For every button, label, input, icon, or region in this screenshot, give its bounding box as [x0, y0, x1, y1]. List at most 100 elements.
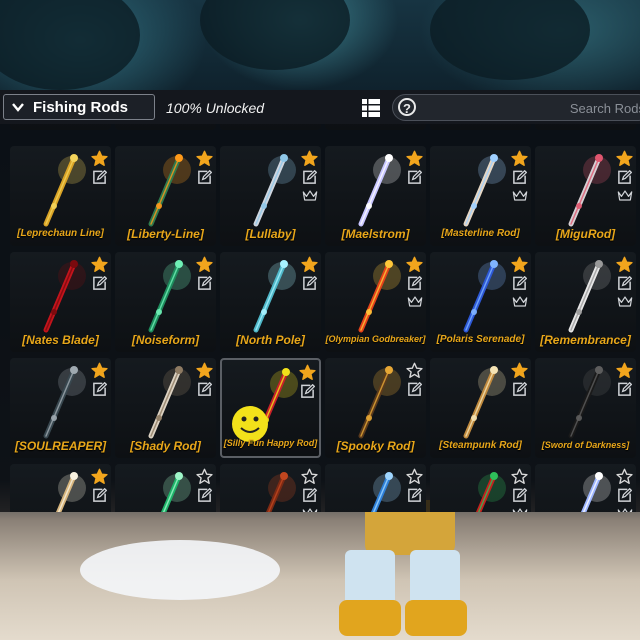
crown-icon	[512, 190, 528, 201]
rod-card[interactable]: [North Pole]	[220, 252, 321, 352]
favorite-star-icon[interactable]	[301, 150, 318, 167]
rod-card[interactable]	[535, 464, 636, 512]
edit-icon[interactable]	[407, 488, 422, 503]
unlocked-percentage: 100% Unlocked	[166, 100, 265, 116]
edit-icon[interactable]	[197, 170, 212, 185]
rod-green-torch-icon	[148, 154, 191, 227]
rod-card[interactable]: [Singlestar Rod]	[325, 124, 426, 130]
rod-harp-icon	[253, 154, 296, 227]
favorite-star-icon[interactable]	[406, 468, 423, 485]
rod-name: [Lullaby]	[245, 227, 296, 241]
favorite-star-icon[interactable]	[616, 362, 633, 379]
edit-icon[interactable]	[512, 276, 527, 291]
favorite-star-icon[interactable]	[406, 150, 423, 167]
rod-name: [Masterline Rod]	[441, 228, 520, 239]
edit-icon[interactable]	[617, 488, 632, 503]
rod-card[interactable]: [Leprechaun Line]	[10, 146, 111, 246]
rod-card[interactable]: [Katana Rod]	[430, 124, 531, 130]
edit-icon[interactable]	[407, 276, 422, 291]
rod-card[interactable]: [Maelstrom]	[325, 146, 426, 246]
rod-blue-icon	[371, 472, 401, 512]
edit-icon[interactable]	[92, 170, 107, 185]
rod-dark-sword-icon	[568, 366, 611, 439]
edit-icon[interactable]	[197, 488, 212, 503]
favorite-star-icon[interactable]	[406, 362, 423, 379]
edit-icon[interactable]	[197, 276, 212, 291]
rod-white-icon	[581, 472, 611, 512]
rod-card[interactable]: [Remembrance]	[535, 252, 636, 352]
rod-name: [SOULREAPER]	[14, 439, 107, 453]
rod-card[interactable]: [Lemonade Serenade]	[535, 124, 636, 130]
edit-icon[interactable]	[302, 170, 317, 185]
rod-card[interactable]: [Masterline Rod]	[430, 146, 531, 246]
edit-icon[interactable]	[302, 488, 317, 503]
rod-card[interactable]: [SOULREAPER]	[10, 358, 111, 458]
rod-card[interactable]: [Sword of Darkness]	[535, 358, 636, 458]
grid-view-icon[interactable]	[362, 99, 380, 117]
favorite-star-icon[interactable]	[406, 256, 423, 273]
favorite-star-icon[interactable]	[301, 256, 318, 273]
rod-card[interactable]: [Noiseform]	[115, 252, 216, 352]
favorite-star-icon[interactable]	[196, 256, 213, 273]
rod-card[interactable]: [Olympian Godbreaker]	[325, 252, 426, 352]
favorite-star-icon[interactable]	[511, 256, 528, 273]
favorite-star-icon[interactable]	[616, 256, 633, 273]
rod-card[interactable]: [Nates Blade]	[10, 252, 111, 352]
favorite-star-icon[interactable]	[511, 362, 528, 379]
rod-name: [Shady Rod]	[130, 439, 201, 453]
favorite-star-icon[interactable]	[196, 150, 213, 167]
edit-icon[interactable]	[300, 384, 315, 399]
rod-card[interactable]: [Steampunk Rod]	[430, 358, 531, 458]
edit-icon[interactable]	[512, 170, 527, 185]
favorite-star-icon[interactable]	[616, 468, 633, 485]
rod-red-green-icon	[476, 472, 506, 512]
help-icon[interactable]: ?	[398, 98, 416, 116]
favorite-star-icon[interactable]	[91, 150, 108, 167]
favorite-star-icon[interactable]	[91, 256, 108, 273]
edit-icon[interactable]	[617, 382, 632, 397]
favorite-star-icon[interactable]	[616, 150, 633, 167]
edit-icon[interactable]	[512, 488, 527, 503]
rod-card[interactable]: [Fallen Snowblade]	[220, 124, 321, 130]
edit-icon[interactable]	[92, 276, 107, 291]
crown-icon	[302, 190, 318, 201]
edit-icon[interactable]	[92, 382, 107, 397]
rod-card[interactable]: [Liberty-Line]	[115, 146, 216, 246]
favorite-star-icon[interactable]	[91, 468, 108, 485]
rod-bone-icon	[148, 366, 191, 439]
rod-card[interactable]	[430, 464, 531, 512]
rod-pink-icon	[568, 154, 611, 227]
favorite-star-icon[interactable]	[299, 364, 316, 381]
rod-card[interactable]: [Shady Rod]	[115, 358, 216, 458]
edit-icon[interactable]	[407, 170, 422, 185]
edit-icon[interactable]	[92, 488, 107, 503]
favorite-star-icon[interactable]	[301, 468, 318, 485]
edit-icon[interactable]	[617, 276, 632, 291]
rod-angel-icon	[56, 472, 86, 512]
favorite-star-icon[interactable]	[91, 362, 108, 379]
edit-icon[interactable]	[197, 382, 212, 397]
search-input[interactable]	[423, 98, 640, 119]
rod-card[interactable]	[220, 464, 321, 512]
rod-card[interactable]: [Demon-Slayer]	[10, 124, 111, 130]
rod-card[interactable]	[325, 464, 426, 512]
rod-card[interactable]: [Lullaby]	[220, 146, 321, 246]
rod-name: [MiguRod]	[555, 227, 616, 241]
edit-icon[interactable]	[407, 382, 422, 397]
rod-card[interactable]	[115, 464, 216, 512]
rod-red-blade-icon	[43, 260, 86, 333]
edit-icon[interactable]	[302, 276, 317, 291]
favorite-star-icon[interactable]	[511, 150, 528, 167]
edit-icon[interactable]	[617, 170, 632, 185]
favorite-star-icon[interactable]	[196, 468, 213, 485]
category-dropdown[interactable]: Fishing Rods	[3, 94, 155, 120]
rod-card[interactable]	[10, 464, 111, 512]
rod-card[interactable]: [MiguRod]	[535, 146, 636, 246]
favorite-star-icon[interactable]	[511, 468, 528, 485]
rod-card[interactable]: [Polaris Serenade]	[430, 252, 531, 352]
favorite-star-icon[interactable]	[196, 362, 213, 379]
rod-card[interactable]: [Fabulous Rod]	[115, 124, 216, 130]
rod-card[interactable]: [Spooky Rod]	[325, 358, 426, 458]
edit-icon[interactable]	[512, 382, 527, 397]
rod-card[interactable]: [Silly Fun Happy Rod]	[220, 358, 321, 458]
